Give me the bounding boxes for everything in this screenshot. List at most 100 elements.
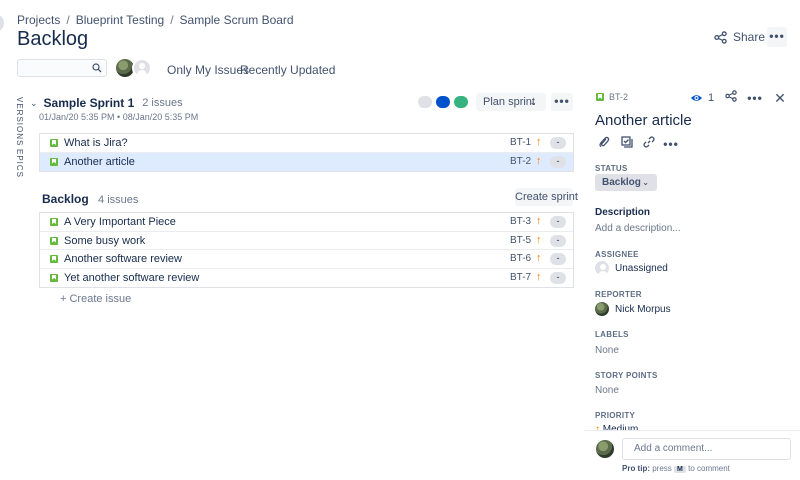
assignee-field[interactable]: Unassigned	[595, 261, 668, 275]
chevron-down-icon: ⌄	[529, 97, 537, 107]
search-icon	[92, 63, 102, 73]
backlog-header: Backlog 4 issues	[42, 192, 138, 206]
comment-input[interactable]: Add a comment...	[622, 438, 791, 460]
breadcrumb-separator: /	[66, 13, 70, 27]
issue-summary: Yet another software review	[64, 271, 200, 284]
filter-only-my-issues[interactable]: Only My Issues	[167, 63, 249, 77]
issue-key[interactable]: BT-5	[510, 235, 531, 246]
status-value: Backlog	[602, 177, 641, 188]
filter-recently-updated[interactable]: Recently Updated	[240, 63, 335, 77]
issue-row[interactable]: Some busy work BT-5 ↑ -	[40, 231, 573, 250]
sprint-status-todo-dot	[418, 96, 432, 108]
issue-key[interactable]: BT-6	[510, 253, 531, 264]
issue-summary: Some busy work	[64, 234, 146, 247]
backlog-issue-count: 4 issues	[98, 194, 139, 206]
story-icon	[50, 218, 58, 226]
search-input[interactable]	[18, 60, 88, 76]
story-icon	[50, 236, 58, 245]
story-points-label: STORY POINTS	[595, 371, 658, 380]
sprint-name: Sample Sprint 1	[43, 96, 135, 110]
breadcrumb-projects[interactable]: Projects	[17, 13, 60, 27]
sprint-more-button[interactable]: •••	[551, 93, 573, 111]
close-icon[interactable]: ✕	[772, 90, 788, 106]
create-issue-button[interactable]: + Create issue	[60, 293, 131, 305]
story-icon	[50, 139, 58, 147]
labels-label: LABELS	[595, 330, 629, 339]
sidebar-collapse-handle[interactable]	[0, 14, 4, 32]
watch-button[interactable]: 1	[690, 92, 714, 104]
paperclip-icon	[599, 136, 610, 148]
issue-row[interactable]: Another software review BT-6 ↑ -	[40, 250, 573, 269]
attach-button[interactable]	[595, 135, 613, 153]
issue-key[interactable]: BT-2	[510, 156, 531, 167]
tool-more-button[interactable]: •••	[662, 135, 680, 153]
plan-sprint-label: Plan sprint	[483, 96, 535, 108]
share-label: Share	[733, 30, 766, 44]
assignee-value: Unassigned	[615, 262, 668, 274]
backlog-title: Backlog	[42, 192, 89, 206]
share-button[interactable]: Share	[714, 27, 765, 47]
priority-medium-icon: ↑	[536, 270, 542, 283]
priority-medium-icon: ↑	[536, 215, 542, 227]
create-sprint-button[interactable]: Create sprint	[515, 188, 578, 206]
status-dropdown[interactable]: Backlog ⌄	[595, 174, 657, 191]
link-icon	[643, 136, 655, 148]
backlog-issue-list: A Very Important Piece BT-3 ↑ - Some bus…	[39, 212, 574, 288]
description-field[interactable]: Add a description...	[595, 223, 681, 234]
story-icon	[50, 273, 58, 282]
issue-row[interactable]: What is Jira? BT-1 ↑ -	[40, 134, 573, 153]
priority-label: PRIORITY	[595, 411, 636, 420]
tab-versions[interactable]: VERSIONS	[15, 97, 24, 146]
assignee-label: ASSIGNEE	[595, 250, 639, 259]
estimate-badge: -	[550, 234, 566, 247]
estimate-badge: -	[550, 253, 566, 265]
reporter-field[interactable]: Nick Morpus	[595, 302, 671, 316]
detail-issue-title[interactable]: Another article	[595, 112, 692, 129]
issue-row-selected[interactable]: Another article BT-2 ↑ -	[40, 152, 573, 171]
priority-medium-icon: ↑	[536, 154, 542, 167]
share-icon	[714, 30, 727, 44]
pro-tip-label: Pro tip:	[622, 464, 650, 473]
story-icon	[596, 93, 604, 101]
sprint-dates: 01/Jan/20 5:35 PM • 08/Jan/20 5:35 PM	[39, 112, 199, 122]
add-child-button[interactable]	[618, 135, 636, 153]
estimate-badge: -	[550, 216, 566, 228]
breadcrumb-board[interactable]: Sample Scrum Board	[180, 13, 294, 27]
share-icon	[725, 90, 737, 102]
link-issue-button[interactable]	[640, 135, 658, 153]
issue-key[interactable]: BT-1	[510, 137, 531, 148]
issue-key[interactable]: BT-7	[510, 272, 531, 283]
breadcrumb-project[interactable]: Blueprint Testing	[76, 13, 165, 27]
sprint-issue-list: What is Jira? BT-1 ↑ - Another article B…	[39, 133, 574, 172]
detail-more-button[interactable]: •••	[747, 90, 763, 106]
story-icon	[50, 157, 58, 166]
chevron-down-icon[interactable]: ⌄	[30, 98, 38, 109]
description-label: Description	[595, 207, 651, 218]
issue-row[interactable]: Yet another software review BT-7 ↑ -	[40, 268, 573, 287]
avatar	[595, 261, 609, 275]
reporter-value: Nick Morpus	[615, 303, 671, 315]
story-points-field[interactable]: None	[595, 385, 619, 396]
pro-tip-press: press	[652, 464, 672, 473]
avatar-current-user	[596, 440, 614, 458]
reporter-label: REPORTER	[595, 290, 642, 299]
breadcrumb-separator: /	[170, 13, 174, 27]
avatar-unassigned[interactable]	[132, 58, 152, 78]
detail-issue-key[interactable]: BT-2	[596, 92, 628, 102]
issue-summary: What is Jira?	[64, 137, 128, 149]
plan-sprint-button[interactable]: Plan sprint ⌄	[476, 93, 546, 111]
issue-summary: Another article	[64, 155, 135, 168]
estimate-badge: -	[550, 137, 566, 149]
issue-summary: Another software review	[64, 253, 182, 265]
detail-share-button[interactable]	[723, 90, 739, 106]
issue-key[interactable]: BT-3	[510, 216, 531, 227]
issue-summary: A Very Important Piece	[64, 216, 176, 228]
issue-row[interactable]: A Very Important Piece BT-3 ↑ -	[40, 213, 573, 232]
priority-medium-icon: ↑	[536, 252, 542, 264]
pro-tip: Pro tip: press M to comment	[622, 464, 730, 473]
pro-tip-rest: to comment	[688, 464, 730, 473]
search-field[interactable]	[17, 59, 107, 77]
tab-epics[interactable]: EPICS	[15, 149, 24, 178]
labels-field[interactable]: None	[595, 345, 619, 356]
more-actions-button[interactable]: •••	[767, 27, 787, 47]
